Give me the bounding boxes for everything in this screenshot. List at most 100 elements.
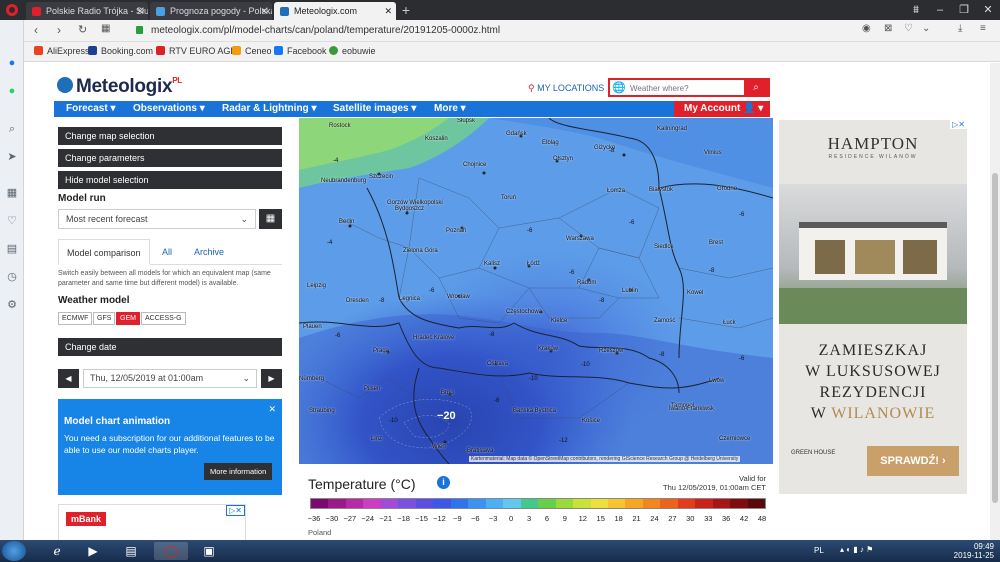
- new-tab-button[interactable]: +: [398, 2, 414, 18]
- weather-search-input[interactable]: [630, 81, 740, 95]
- opera-taskbar-icon[interactable]: ◯: [154, 542, 188, 560]
- opera-logo-icon: [6, 4, 18, 16]
- media-player-icon[interactable]: ▶: [76, 542, 110, 560]
- bookmark-eobuwie[interactable]: eobuwie: [329, 46, 376, 56]
- more-information-button[interactable]: More information: [204, 463, 273, 480]
- city-label: Plauen: [303, 324, 322, 330]
- city-label: Lublin: [622, 288, 639, 294]
- history-icon[interactable]: ◷: [5, 270, 19, 284]
- change-parameters-button[interactable]: Change parameters: [58, 149, 282, 167]
- language-indicator[interactable]: PL: [814, 546, 824, 555]
- model-access-g-button[interactable]: ACCESS-G: [141, 312, 186, 325]
- my-locations-link[interactable]: ⚲ MY LOCATIONS: [528, 83, 604, 94]
- tray-icons[interactable]: ▴ ◐ ▮ ♪ ⚑: [840, 545, 873, 554]
- ad-choices-icon[interactable]: ▷✕: [226, 505, 245, 516]
- browser-tab-1[interactable]: Polskie Radio Trójka - Słuc ✕: [26, 2, 148, 20]
- colorbar-tick-label: 15: [596, 514, 605, 523]
- browser-tab-3[interactable]: Meteologix.com ✕: [274, 2, 396, 20]
- my-account-button[interactable]: My Account 👤 ▾: [674, 101, 770, 117]
- close-icon[interactable]: ✕: [268, 404, 276, 415]
- city-label: Kraków: [538, 346, 559, 352]
- ad-cta-button[interactable]: SPRAWDŹ! ›: [867, 446, 959, 476]
- search-icon[interactable]: ⌕: [5, 122, 19, 136]
- model-ecmwf-button[interactable]: ECMWF: [58, 312, 93, 325]
- easy-setup-icon[interactable]: ≡: [980, 23, 986, 34]
- messenger-icon[interactable]: ●: [5, 56, 19, 70]
- radio-favicon-icon: [32, 7, 41, 16]
- hide-model-selection-button[interactable]: Hide model selection: [58, 171, 282, 189]
- colorbar-tick-label: 3: [526, 514, 532, 523]
- news-icon[interactable]: ▤: [5, 242, 19, 256]
- bookmark-rtv-euro-agd[interactable]: RTV EURO AGD: [156, 46, 237, 56]
- colorbar-swatch: [625, 499, 643, 508]
- tab-model-comparison[interactable]: Model comparison: [58, 239, 150, 265]
- bookmark-aliexpress[interactable]: AliExpress: [34, 46, 90, 56]
- minimize-button[interactable]: –: [928, 0, 952, 20]
- tab-archive[interactable]: Archive: [186, 239, 232, 265]
- windows-taskbar: ℯ ▶ ▤ ◯ ▣ PL ▴ ◐ ▮ ♪ ⚑ 09:49 2019-11-25: [0, 540, 1000, 562]
- close-icon[interactable]: ✕: [260, 2, 268, 20]
- nav-more[interactable]: More ▾: [434, 103, 466, 114]
- speed-dial-icon[interactable]: ▦: [5, 186, 19, 200]
- send-icon[interactable]: ➤: [5, 150, 19, 164]
- clock[interactable]: 09:49 2019-11-25: [954, 542, 994, 560]
- start-button[interactable]: [2, 541, 26, 561]
- tab-all[interactable]: All: [154, 239, 180, 265]
- opera-menu[interactable]: [0, 0, 24, 20]
- bookmark-ceneo[interactable]: Ceneo: [232, 46, 272, 56]
- filter-icon[interactable]: ⩩: [904, 0, 928, 20]
- close-icon[interactable]: ✕: [384, 2, 392, 20]
- bookmark-facebook[interactable]: Facebook: [274, 46, 327, 56]
- info-icon[interactable]: i: [437, 476, 450, 489]
- nav-observations[interactable]: Observations ▾: [133, 103, 205, 114]
- whatsapp-icon[interactable]: ●: [5, 84, 19, 98]
- photos-icon[interactable]: ▣: [192, 542, 226, 560]
- tabs-grid-icon[interactable]: ▦: [101, 23, 110, 34]
- site-logo[interactable]: MeteologixPL: [56, 76, 182, 98]
- mbank-ad[interactable]: mBank ▷✕: [58, 504, 246, 540]
- forward-icon[interactable]: ›: [57, 23, 61, 37]
- city-label: Chojnice: [463, 162, 487, 168]
- file-explorer-icon[interactable]: ▤: [114, 542, 148, 560]
- back-icon[interactable]: ‹: [34, 23, 38, 37]
- bookmarks-bar: AliExpress Booking.com RTV EURO AGD Cene…: [24, 42, 1000, 62]
- next-date-button[interactable]: ▶: [261, 369, 282, 388]
- city-label: Słupsk: [457, 118, 476, 124]
- bookmark-label: RTV EURO AGD: [169, 46, 237, 56]
- change-map-selection-button[interactable]: Change map selection: [58, 127, 282, 145]
- url-field[interactable]: meteologix.com/pl/model-charts/can/polan…: [151, 25, 500, 36]
- ad-choices-icon[interactable]: ▷✕: [950, 120, 967, 129]
- model-run-select[interactable]: Most recent forecast ⌄: [58, 209, 256, 229]
- calendar-icon[interactable]: ▦: [259, 209, 282, 229]
- browser-tab-2[interactable]: Prognoza pogody - Polska ✕: [150, 2, 272, 20]
- shield-icon[interactable]: ⊠: [884, 23, 892, 34]
- download-icon[interactable]: ⤓: [958, 23, 962, 34]
- reload-icon[interactable]: ↻: [78, 23, 87, 36]
- bookmark-booking[interactable]: Booking.com: [88, 46, 153, 56]
- model-gfs-button[interactable]: GFS: [93, 312, 116, 325]
- menu-chevron-icon[interactable]: ⌄: [922, 23, 930, 34]
- date-select[interactable]: Thu, 12/05/2019 at 01:00am ⌄: [83, 369, 257, 388]
- scrollbar-thumb[interactable]: [992, 173, 998, 503]
- bookmark-heart-icon[interactable]: ♡: [904, 23, 913, 34]
- colorbar-swatch: [311, 499, 329, 508]
- heart-icon[interactable]: ♡: [5, 214, 19, 228]
- nav-satellite-images[interactable]: Satellite images ▾: [333, 103, 416, 114]
- camera-icon[interactable]: ◉: [862, 23, 871, 34]
- nav-forecast[interactable]: Forecast ▾: [66, 103, 115, 114]
- settings-icon[interactable]: ⚙: [5, 298, 19, 312]
- close-window-button[interactable]: ✕: [976, 0, 1000, 20]
- page-scrollbar[interactable]: [990, 63, 1000, 540]
- model-gem-button[interactable]: GEM: [116, 312, 140, 325]
- search-button[interactable]: ⌕: [744, 80, 768, 95]
- nav-radar-lightning[interactable]: Radar & Lightning ▾: [222, 103, 316, 114]
- internet-explorer-icon[interactable]: ℯ: [40, 542, 74, 560]
- maximize-button[interactable]: ❐: [952, 0, 976, 20]
- close-icon[interactable]: ✕: [136, 2, 144, 20]
- colorbar-swatch: [695, 499, 713, 508]
- previous-date-button[interactable]: ◀: [58, 369, 79, 388]
- hampton-residence-ad[interactable]: ▷✕ HAMPTON RESIDENCE WILANÓW ZAMIESZKAJ …: [779, 120, 967, 494]
- temperature-map[interactable]: Gdańsk Koszalin Słupsk Rostock Olsztyn G…: [299, 118, 773, 464]
- city-label: Kaliningrad: [657, 126, 688, 132]
- change-date-button[interactable]: Change date: [58, 338, 282, 356]
